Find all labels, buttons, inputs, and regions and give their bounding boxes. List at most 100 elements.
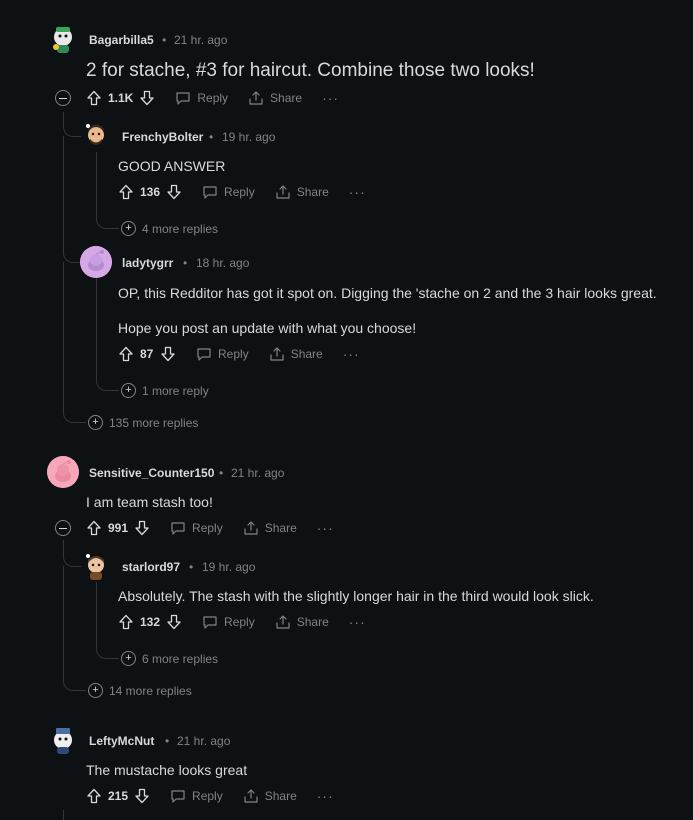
vote-controls: 136 [118, 184, 182, 200]
comment-timestamp[interactable]: 18 hr. ago [196, 256, 249, 270]
more-replies-button[interactable]: + 6 more replies [121, 651, 218, 666]
share-label: Share [290, 347, 323, 361]
vote-count: 1.1K [108, 91, 134, 105]
comment-author[interactable]: Bagarbilla5 [89, 33, 154, 47]
reply-icon [170, 788, 186, 804]
thread-connector [96, 278, 119, 391]
share-button[interactable]: Share [243, 520, 297, 536]
plus-circle-icon: + [88, 683, 103, 698]
more-replies-label: 1 more reply [142, 383, 209, 398]
avatar[interactable] [80, 120, 112, 152]
share-button[interactable]: Share [275, 614, 329, 630]
reply-icon [196, 346, 212, 362]
share-button[interactable]: Share [269, 346, 323, 362]
vote-controls: 132 [118, 614, 182, 630]
separator-dot: • [162, 33, 167, 47]
vote-count: 136 [140, 185, 161, 199]
thread-connector [63, 262, 86, 423]
share-icon [243, 520, 259, 536]
share-label: Share [264, 789, 297, 803]
avatar[interactable] [47, 23, 79, 55]
comment-body: 2 for stache, #3 for haircut. Combine th… [86, 60, 535, 81]
reply-label: Reply [192, 789, 223, 803]
reply-button[interactable]: Reply [170, 520, 223, 536]
avatar[interactable] [47, 456, 79, 488]
share-button[interactable]: Share [243, 788, 297, 804]
more-replies-label: 135 more replies [109, 415, 199, 430]
comment-timestamp[interactable]: 21 hr. ago [174, 33, 227, 47]
upvote-icon[interactable] [86, 90, 102, 106]
share-label: Share [264, 521, 297, 535]
more-replies-label: 6 more replies [142, 651, 219, 666]
reply-label: Reply [192, 521, 223, 535]
share-label: Share [270, 91, 303, 105]
comment-actions: 215 Reply Share ··· [86, 786, 334, 806]
comment-author[interactable]: ladytygrr [122, 256, 173, 270]
more-replies-button[interactable]: + 4 more replies [121, 221, 218, 236]
downvote-icon[interactable] [139, 90, 155, 106]
downvote-icon[interactable] [166, 614, 182, 630]
share-button[interactable]: Share [248, 90, 302, 106]
downvote-icon[interactable] [134, 788, 150, 804]
upvote-icon[interactable] [86, 520, 102, 536]
separator-dot: • [219, 466, 224, 480]
overflow-menu-button[interactable]: ··· [343, 346, 360, 362]
comment-actions: 136 Reply Share ··· [118, 182, 366, 202]
downvote-icon[interactable] [134, 520, 150, 536]
reply-button[interactable]: Reply [196, 346, 249, 362]
vote-count: 215 [108, 789, 129, 803]
share-label: Share [296, 185, 329, 199]
comment-author[interactable]: FrenchyBolter [122, 130, 203, 144]
avatar[interactable] [80, 246, 112, 278]
more-replies-button[interactable]: + 135 more replies [88, 415, 198, 430]
reply-label: Reply [224, 615, 255, 629]
comment-author[interactable]: LeftyMcNut [89, 734, 154, 748]
more-replies-button[interactable]: + 14 more replies [88, 683, 192, 698]
share-button[interactable]: Share [275, 184, 329, 200]
reply-label: Reply [218, 347, 249, 361]
overflow-menu-button[interactable]: ··· [322, 90, 339, 106]
downvote-icon[interactable] [166, 184, 182, 200]
comment-author[interactable]: Sensitive_Counter150 [89, 466, 214, 480]
avatar[interactable] [47, 724, 79, 756]
downvote-icon[interactable] [160, 346, 176, 362]
vote-controls: 87 [118, 346, 176, 362]
plus-circle-icon: + [121, 221, 136, 236]
avatar[interactable] [80, 550, 112, 582]
collapse-thread-button[interactable] [55, 520, 71, 536]
vote-controls: 991 [86, 520, 150, 536]
vote-count: 991 [108, 521, 129, 535]
upvote-icon[interactable] [86, 788, 102, 804]
comment-body: I am team stash too! [86, 494, 213, 510]
vote-count: 132 [140, 615, 161, 629]
overflow-menu-button[interactable]: ··· [349, 184, 366, 200]
upvote-icon[interactable] [118, 614, 134, 630]
overflow-menu-button[interactable]: ··· [349, 614, 366, 630]
reply-label: Reply [224, 185, 255, 199]
reply-button[interactable]: Reply [202, 614, 255, 630]
overflow-menu-button[interactable]: ··· [317, 520, 334, 536]
upvote-icon[interactable] [118, 346, 134, 362]
comment-timestamp[interactable]: 19 hr. ago [222, 130, 275, 144]
reply-button[interactable]: Reply [170, 788, 223, 804]
vote-count: 87 [140, 347, 154, 361]
share-label: Share [296, 615, 329, 629]
comment-body: The mustache looks great [86, 762, 248, 778]
overflow-menu-button[interactable]: ··· [317, 788, 334, 804]
comment-body-paragraph: Hope you post an update with what you ch… [118, 320, 417, 336]
comment-timestamp[interactable]: 21 hr. ago [177, 734, 230, 748]
reply-button[interactable]: Reply [175, 90, 228, 106]
more-replies-label: 14 more replies [109, 683, 192, 698]
thread-connector [63, 136, 84, 263]
collapse-thread-button[interactable] [55, 90, 71, 106]
share-icon [248, 90, 264, 106]
reply-button[interactable]: Reply [202, 184, 255, 200]
upvote-icon[interactable] [118, 184, 134, 200]
share-icon [275, 614, 291, 630]
comment-timestamp[interactable]: 19 hr. ago [202, 560, 255, 574]
comment-author[interactable]: starlord97 [122, 560, 180, 574]
share-icon [243, 788, 259, 804]
vote-controls: 215 [86, 788, 150, 804]
comment-timestamp[interactable]: 21 hr. ago [231, 466, 284, 480]
more-replies-button[interactable]: + 1 more reply [121, 383, 209, 398]
